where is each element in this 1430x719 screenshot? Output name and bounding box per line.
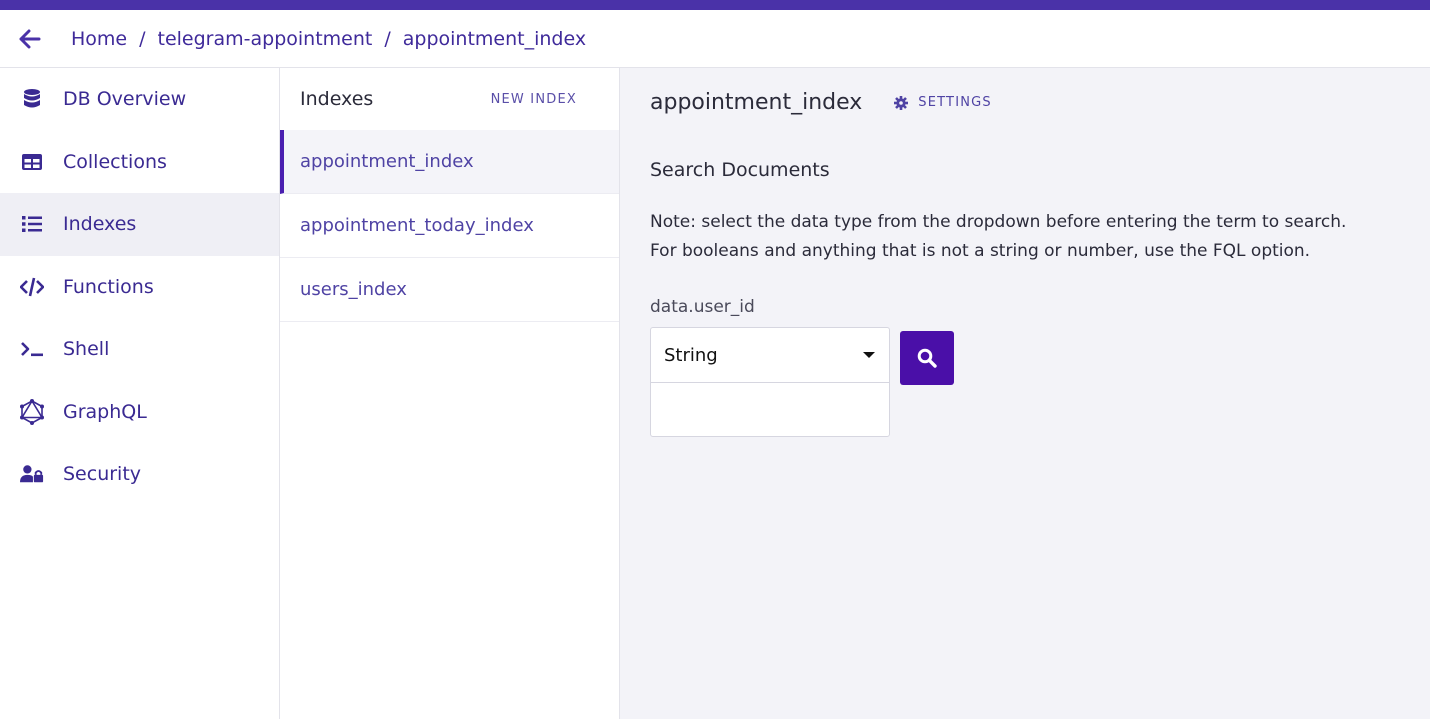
breadcrumb-separator: /	[384, 28, 391, 50]
settings-button[interactable]: SETTINGS	[894, 95, 992, 110]
type-select-value: String	[664, 344, 718, 366]
sidebar-item-label: Indexes	[63, 213, 137, 236]
breadcrumb-index[interactable]: appointment_index	[403, 28, 586, 50]
table-icon	[20, 150, 44, 174]
back-button[interactable]	[18, 27, 42, 51]
gear-icon	[894, 95, 909, 110]
breadcrumb-separator: /	[139, 28, 146, 50]
breadcrumb-home[interactable]: Home	[71, 28, 127, 50]
sidebar-item-label: Functions	[63, 275, 154, 298]
sidebar-item-shell[interactable]: Shell	[0, 318, 279, 381]
sidebar-item-label: GraphQL	[63, 400, 147, 423]
indexes-panel-title: Indexes	[300, 88, 374, 110]
database-icon	[20, 87, 44, 111]
breadcrumb-database[interactable]: telegram-appointment	[158, 28, 373, 50]
search-term-input[interactable]	[651, 383, 889, 436]
sidebar-item-label: Shell	[63, 338, 110, 361]
sidebar-item-graphql[interactable]: GraphQL	[0, 381, 279, 444]
graphql-icon	[20, 398, 44, 425]
sidebar-item-collections[interactable]: Collections	[0, 131, 279, 194]
terminal-icon	[20, 337, 44, 361]
search-button[interactable]	[900, 331, 954, 385]
search-box: String	[650, 327, 890, 437]
caret-down-icon	[863, 352, 875, 358]
sidebar: DB Overview Collections Indexes Function…	[0, 68, 280, 719]
settings-label: SETTINGS	[918, 95, 992, 110]
index-item-appointment-index[interactable]: appointment_index	[280, 130, 619, 194]
new-index-button[interactable]: NEW INDEX	[491, 92, 577, 107]
sidebar-item-label: Collections	[63, 150, 167, 173]
search-note: Note: select the data type from the drop…	[650, 208, 1410, 266]
top-accent-bar	[0, 0, 1430, 10]
indexes-panel: Indexes NEW INDEX appointment_index appo…	[280, 68, 620, 719]
sidebar-item-label: DB Overview	[63, 88, 187, 111]
indexes-panel-header: Indexes NEW INDEX	[280, 68, 619, 130]
user-lock-icon	[20, 462, 44, 486]
sidebar-item-security[interactable]: Security	[0, 443, 279, 506]
page-title: appointment_index	[650, 90, 863, 115]
arrow-left-icon	[19, 29, 41, 49]
sidebar-item-label: Security	[63, 463, 142, 486]
search-note-line: Note: select the data type from the drop…	[650, 212, 1347, 232]
type-select[interactable]: String	[651, 328, 889, 383]
search-note-line: For booleans and anything that is not a …	[650, 241, 1311, 261]
field-label: data.user_id	[650, 297, 755, 317]
search-icon	[917, 348, 937, 368]
section-title: Search Documents	[650, 159, 830, 181]
main-title-row: appointment_index SETTINGS	[650, 90, 992, 115]
header-bar: Home / telegram-appointment / appointmen…	[0, 10, 1430, 68]
sidebar-item-db-overview[interactable]: DB Overview	[0, 68, 279, 131]
index-item-users-index[interactable]: users_index	[280, 258, 619, 322]
list-icon	[20, 212, 44, 236]
code-icon	[20, 275, 44, 299]
sidebar-item-functions[interactable]: Functions	[0, 256, 279, 319]
sidebar-item-indexes[interactable]: Indexes	[0, 193, 279, 256]
breadcrumb: Home / telegram-appointment / appointmen…	[71, 10, 586, 68]
main-content: appointment_index SETTINGS Search Docume…	[620, 68, 1430, 719]
index-item-appointment-today-index[interactable]: appointment_today_index	[280, 194, 619, 258]
